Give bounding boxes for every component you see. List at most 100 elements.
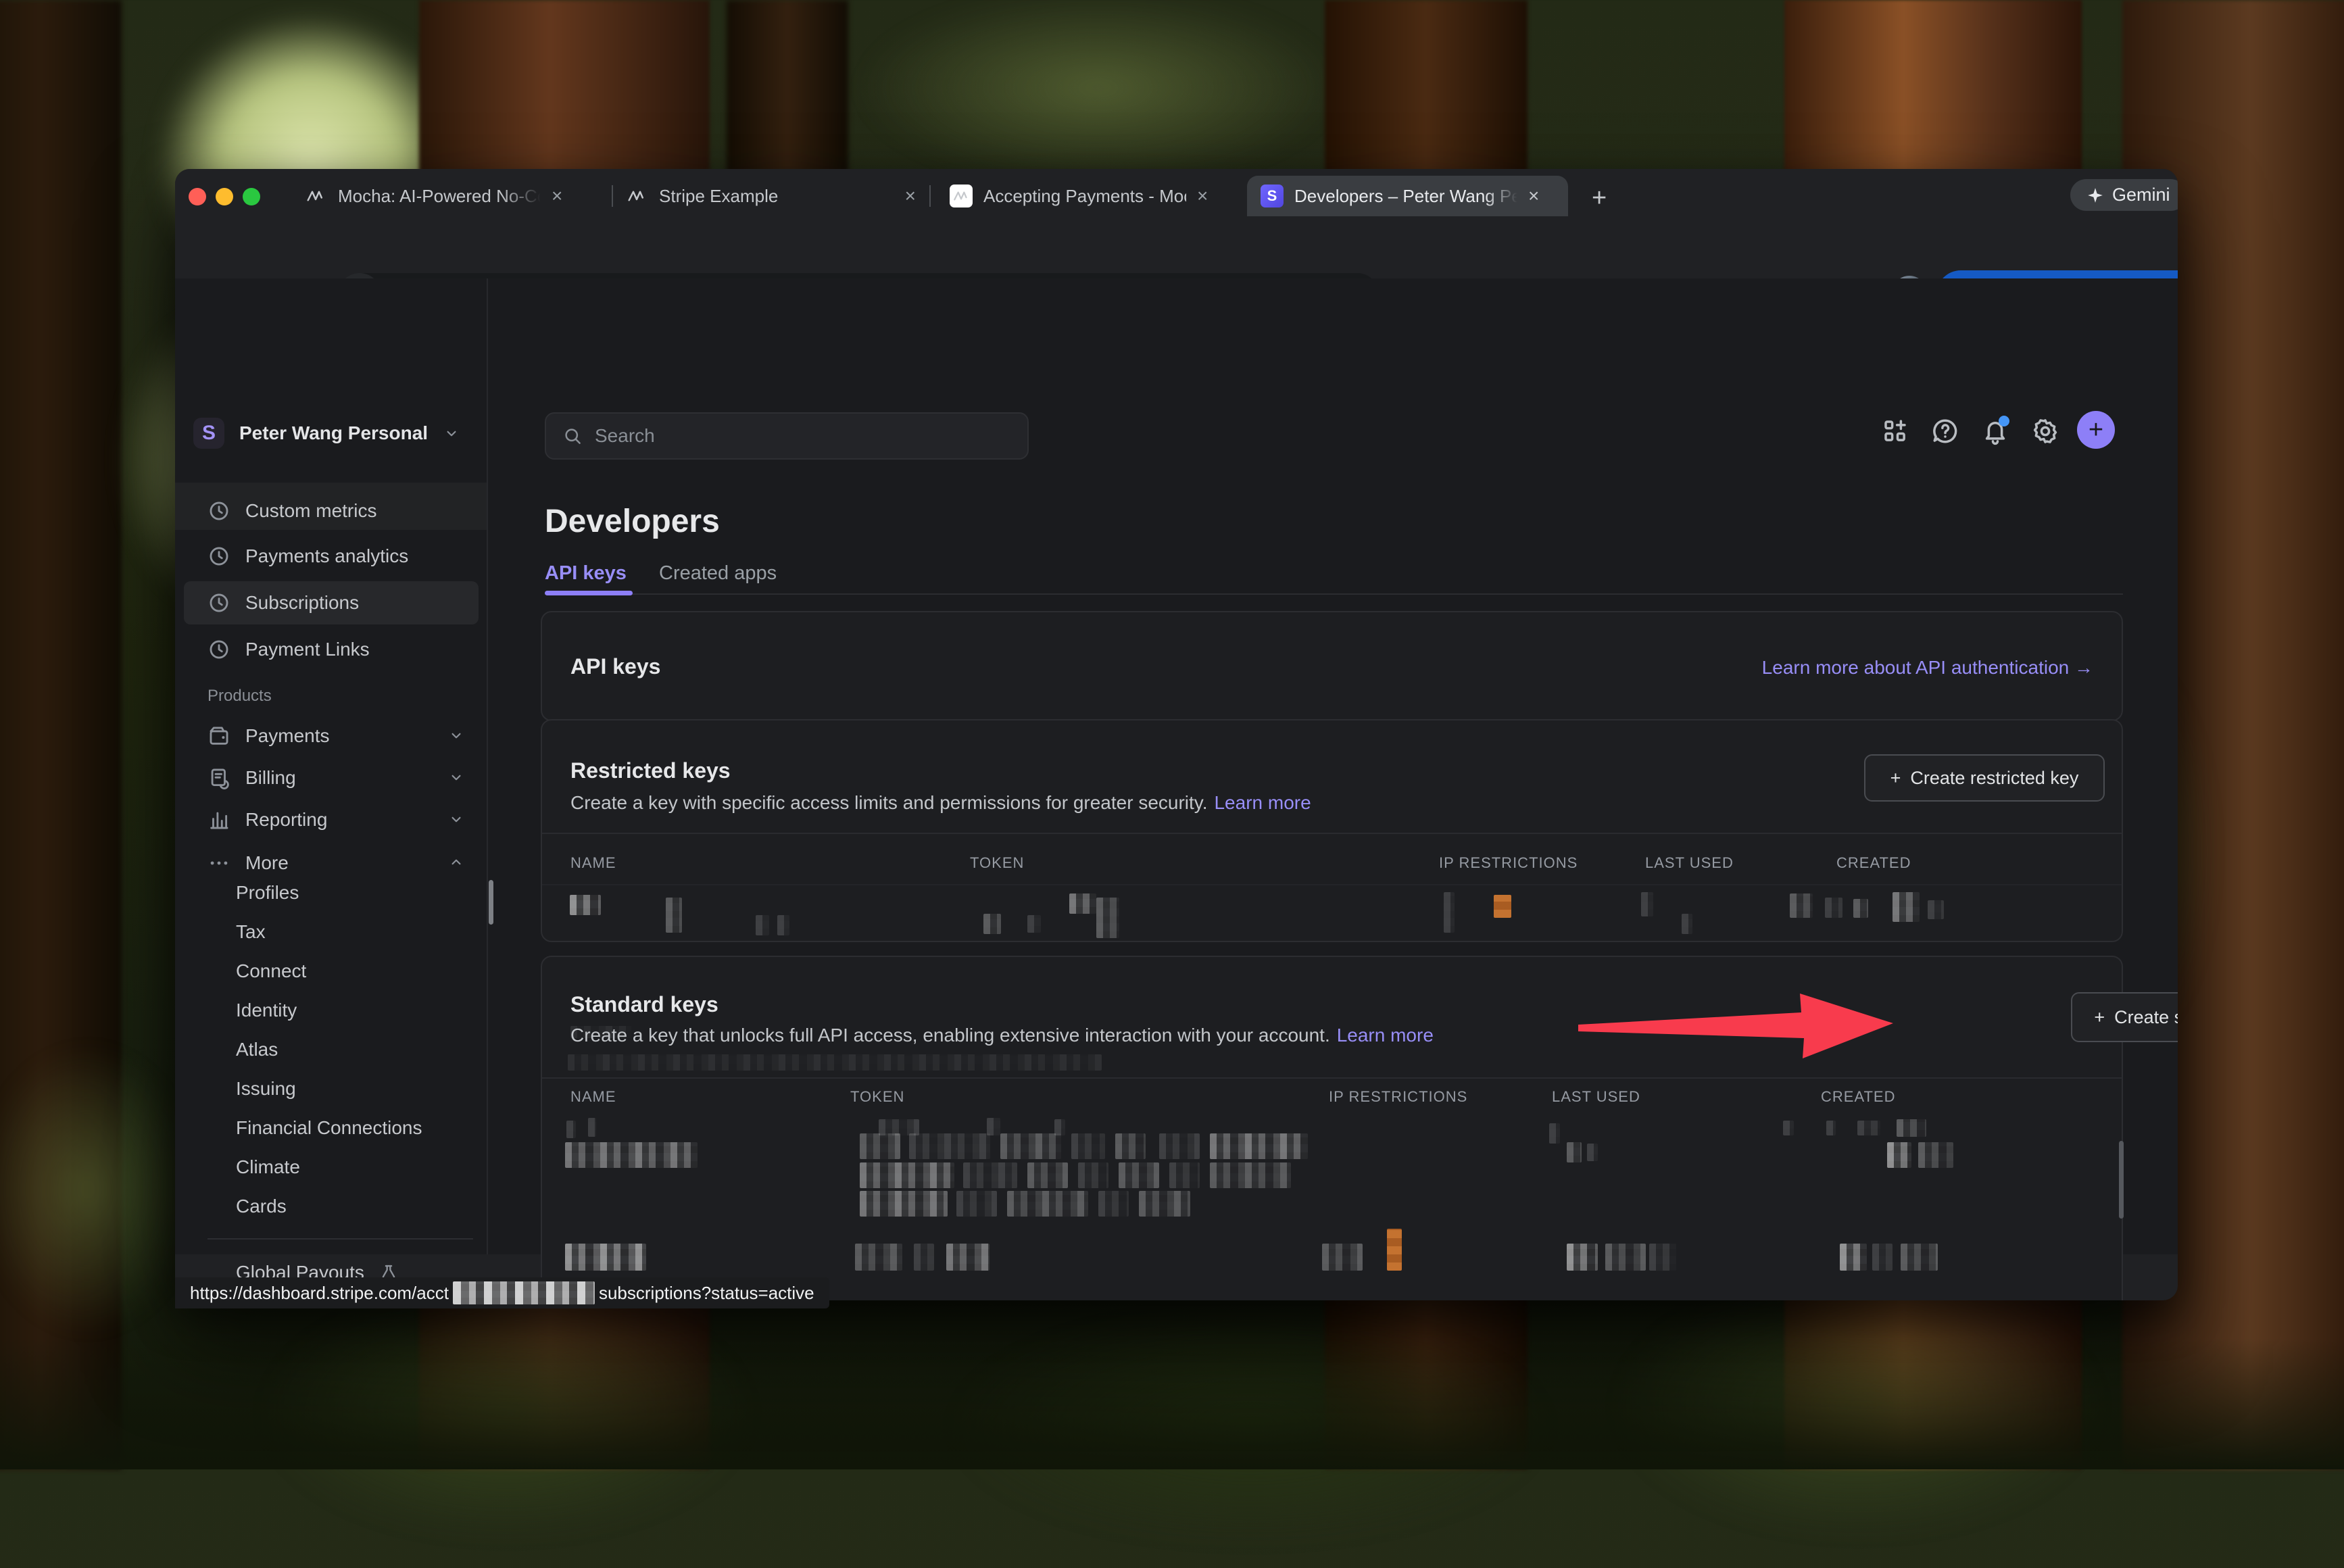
redacted-value — [860, 1162, 954, 1188]
clock-icon — [207, 545, 230, 568]
learn-more-api-auth-link[interactable]: Learn more about API authentication → — [1762, 657, 2093, 679]
wallet-icon — [207, 725, 230, 748]
column-header-token: TOKEN — [970, 854, 1024, 872]
sidebar-item-profiles[interactable]: Profiles — [236, 873, 299, 912]
mocha-favicon — [625, 185, 648, 207]
redacted-value — [1119, 1162, 1159, 1188]
learn-more-link[interactable]: Learn more — [1214, 792, 1311, 814]
redacted-value — [1159, 1133, 1200, 1159]
chevron-down-icon — [447, 727, 465, 744]
redacted-value — [1027, 915, 1041, 933]
main-scrollbar-thumb[interactable] — [2119, 1141, 2124, 1219]
sidebar-item-cards[interactable]: Cards — [236, 1187, 287, 1226]
redacted-value — [565, 1142, 698, 1168]
redacted-value — [860, 1133, 900, 1159]
learn-more-link[interactable]: Learn more — [1337, 1025, 1434, 1046]
redacted-value — [1587, 1144, 1598, 1161]
sidebar-item-atlas[interactable]: Atlas — [236, 1030, 278, 1069]
status-url-tooltip: https://dashboard.stripe.com/acct subscr… — [175, 1277, 829, 1308]
redacted-value — [1826, 1121, 1836, 1135]
sidebar-item-label: Issuing — [236, 1078, 296, 1100]
invoice-icon — [207, 766, 230, 789]
sidebar-item-reporting[interactable]: Reporting — [207, 800, 327, 839]
create-button[interactable]: + — [2077, 411, 2115, 449]
redacted-value — [1641, 892, 1653, 916]
tab-api-keys[interactable]: API keys — [545, 562, 627, 585]
sidebar-scrollbar-thumb[interactable] — [489, 880, 493, 925]
traffic-close-button[interactable] — [189, 188, 206, 205]
sidebar-item-payment-links[interactable]: Payment Links — [207, 630, 370, 669]
sidebar-item-identity[interactable]: Identity — [236, 991, 297, 1030]
sidebar-item-payments[interactable]: Payments — [207, 716, 330, 756]
status-url-redacted — [453, 1281, 595, 1304]
tab-created-apps[interactable]: Created apps — [659, 562, 777, 585]
sidebar-item-billing[interactable]: Billing — [207, 758, 296, 798]
card-title: Standard keys — [570, 992, 718, 1017]
sidebar-item-label: Reporting — [245, 809, 327, 831]
status-url-prefix: https://dashboard.stripe.com/acct — [190, 1283, 449, 1304]
tab-separator — [929, 185, 931, 207]
sidebar-item-tax[interactable]: Tax — [236, 912, 266, 952]
sidebar-item-subscriptions[interactable]: Subscriptions — [207, 583, 359, 622]
redacted-value — [756, 915, 769, 935]
ellipsis-icon — [207, 852, 230, 875]
sidebar-section-divider — [207, 1238, 473, 1240]
sidebar-item-climate[interactable]: Climate — [236, 1148, 300, 1187]
sidebar-item-label: Payment Links — [245, 639, 370, 660]
column-header-last-used: LAST USED — [1552, 1088, 1640, 1106]
create-secret-key-button[interactable]: + Create secret key — [2071, 992, 2178, 1042]
tab-developers-active[interactable]: S Developers – Peter Wang Per × — [1247, 176, 1568, 216]
tab-close-icon[interactable]: × — [1197, 187, 1208, 205]
redacted-value — [1682, 914, 1692, 934]
card-divider — [542, 1077, 2122, 1079]
redacted-value — [1897, 1119, 1926, 1137]
redacted-value — [963, 1162, 1017, 1188]
traffic-zoom-button[interactable] — [243, 188, 260, 205]
search-icon — [562, 426, 583, 446]
gemini-button[interactable]: Gemini — [2070, 179, 2178, 211]
notifications-bell-icon[interactable] — [1981, 417, 2009, 445]
sidebar-item-label: Atlas — [236, 1039, 278, 1060]
sidebar-item-financial-connections[interactable]: Financial Connections — [236, 1108, 422, 1148]
tab-mocha[interactable]: Mocha: AI-Powered No-Code × — [304, 176, 602, 216]
search-placeholder: Search — [595, 425, 655, 447]
redacted-value — [855, 1244, 902, 1271]
tab-stripe-example[interactable]: Stripe Example × — [625, 176, 916, 216]
create-restricted-key-button[interactable]: + Create restricted key — [1864, 754, 2105, 802]
apps-grid-icon[interactable] — [1881, 417, 1909, 445]
active-tab-underline — [545, 591, 633, 595]
browser-window: Mocha: AI-Powered No-Code × Stripe Examp… — [175, 169, 2178, 1300]
clock-icon — [207, 499, 230, 522]
redacted-value — [565, 1244, 646, 1271]
sidebar-item-connect[interactable]: Connect — [236, 952, 306, 991]
tab-accepting-payments[interactable]: Accepting Payments - Mocha × — [950, 176, 1247, 216]
sidebar-item-payments-analytics[interactable]: Payments analytics — [207, 537, 408, 576]
sidebar-item-custom-metrics[interactable]: Custom metrics — [207, 491, 376, 531]
redacted-value — [568, 1054, 1102, 1071]
tab-close-icon[interactable]: × — [552, 187, 562, 205]
help-icon[interactable] — [1931, 417, 1959, 445]
chevron-up-icon — [447, 854, 465, 871]
redacted-value — [1857, 1121, 1880, 1135]
gemini-label: Gemini — [2112, 185, 2170, 205]
card-divider — [542, 833, 2122, 834]
redacted-value — [1853, 899, 1868, 918]
settings-gear-icon[interactable] — [2031, 417, 2059, 445]
sidebar-item-issuing[interactable]: Issuing — [236, 1069, 296, 1108]
column-header-ip: IP RESTRICTIONS — [1329, 1088, 1467, 1106]
column-header-token: TOKEN — [850, 1088, 904, 1106]
sidebar-item-label: Subscriptions — [245, 592, 359, 614]
search-input[interactable]: Search — [545, 412, 1029, 460]
mocha-favicon — [304, 185, 327, 207]
account-switcher[interactable]: S Peter Wang Personal — [193, 414, 460, 453]
new-tab-button[interactable]: + — [1592, 184, 1607, 213]
redacted-value — [1649, 1244, 1676, 1271]
tab-label: Accepting Payments - Mocha — [983, 186, 1186, 207]
redacted-value — [1872, 1244, 1893, 1271]
tab-close-icon[interactable]: × — [905, 187, 916, 205]
column-header-name: NAME — [570, 1088, 616, 1106]
plus-icon: + — [1890, 768, 1901, 789]
traffic-minimize-button[interactable] — [216, 188, 233, 205]
redacted-value — [1210, 1162, 1291, 1188]
tab-close-icon[interactable]: × — [1528, 187, 1539, 205]
